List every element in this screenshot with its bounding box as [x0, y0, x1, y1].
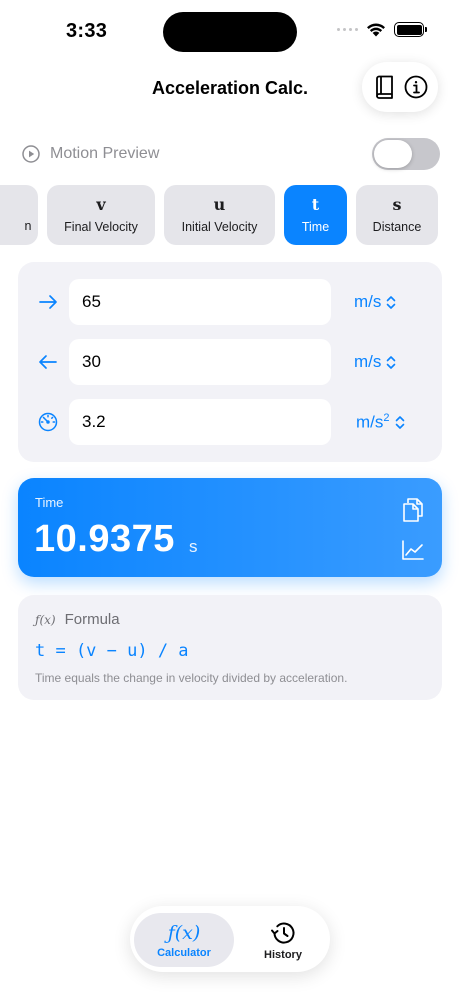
formula-title: Formula	[64, 611, 120, 628]
history-icon	[271, 922, 295, 944]
chart-icon[interactable]	[400, 537, 426, 563]
formula-card: ƒ(x) Formula t = (v − u) / a Time equals…	[18, 595, 442, 700]
tab-bar: ƒ(x) Calculator History	[130, 906, 330, 972]
segment-symbol: t	[311, 195, 320, 214]
result-label: Time	[35, 495, 64, 510]
motion-preview-row: Motion Preview	[22, 138, 440, 170]
status-time: 3:33	[66, 20, 108, 42]
variable-segment-distance[interactable]: s Distance	[356, 185, 438, 245]
function-icon: ƒ(x)	[167, 921, 201, 944]
initial-velocity-input[interactable]: 30	[69, 339, 331, 385]
formula-description: Time equals the change in velocity divid…	[35, 671, 348, 685]
inputs-card: 65 m/s 30 m/s 3.2 m/s2	[18, 262, 442, 462]
segment-symbol: s	[392, 195, 402, 214]
play-circle-icon	[22, 145, 40, 163]
input-row-initial-velocity: 30 m/s	[18, 339, 442, 385]
copy-icon[interactable]	[400, 497, 426, 523]
nav-actions	[362, 62, 438, 112]
segment-symbol: u	[213, 195, 226, 214]
input-row-final-velocity: 65 m/s	[18, 279, 442, 325]
motion-preview-label: Motion Preview	[50, 145, 160, 162]
tab-label: Calculator	[157, 946, 211, 959]
battery-icon	[394, 22, 427, 37]
acceleration-input[interactable]: 3.2	[69, 399, 331, 445]
speedometer-icon	[36, 410, 60, 434]
formula-expression: t = (v − u) / a	[35, 641, 189, 661]
formula-header: ƒ(x) Formula	[35, 611, 120, 628]
wifi-icon	[367, 23, 385, 37]
variable-segment-final-velocity[interactable]: v Final Velocity	[47, 185, 155, 245]
dynamic-island	[163, 12, 297, 52]
cellular-signal-icon	[337, 28, 358, 31]
segment-symbol: v	[96, 195, 106, 214]
segment-label: Distance	[372, 220, 422, 234]
segment-label: Initial Velocity	[181, 220, 258, 234]
segment-label: Final Velocity	[64, 220, 138, 234]
unit-picker[interactable]: m/s	[354, 339, 396, 385]
tab-label: History	[264, 948, 302, 961]
unit-label: m/s	[354, 292, 382, 311]
unit-picker[interactable]: m/s	[354, 279, 396, 325]
chevron-up-down-icon	[395, 415, 404, 429]
arrow-left-icon	[36, 350, 60, 374]
unit-picker[interactable]: m/s2	[356, 399, 405, 445]
tab-history[interactable]: History	[240, 913, 326, 967]
result-card: Time 10.9375 s	[18, 478, 442, 577]
result-value: 10.9375	[34, 518, 175, 560]
unit-label: m/s	[354, 352, 382, 371]
segment-label: Time	[301, 220, 330, 234]
arrow-right-icon	[36, 290, 60, 314]
chevron-up-down-icon	[387, 355, 396, 369]
motion-preview-toggle[interactable]	[372, 138, 440, 170]
variable-segment-time[interactable]: t Time	[284, 185, 347, 245]
status-icons	[337, 22, 427, 37]
status-bar: 3:33	[0, 0, 460, 62]
segment-label: n	[24, 219, 32, 233]
final-velocity-input[interactable]: 65	[69, 279, 331, 325]
book-icon[interactable]	[369, 72, 399, 102]
variable-segment-initial-velocity[interactable]: u Initial Velocity	[164, 185, 275, 245]
result-unit: s	[189, 537, 198, 556]
variable-segment-acceleration[interactable]: n	[0, 185, 38, 245]
unit-label: m/s2	[356, 411, 390, 432]
function-icon: ƒ(x)	[35, 612, 56, 627]
input-row-acceleration: 3.2 m/s2	[18, 399, 442, 445]
chevron-up-down-icon	[387, 295, 396, 309]
info-icon[interactable]	[401, 72, 431, 102]
tab-calculator[interactable]: ƒ(x) Calculator	[134, 913, 234, 967]
